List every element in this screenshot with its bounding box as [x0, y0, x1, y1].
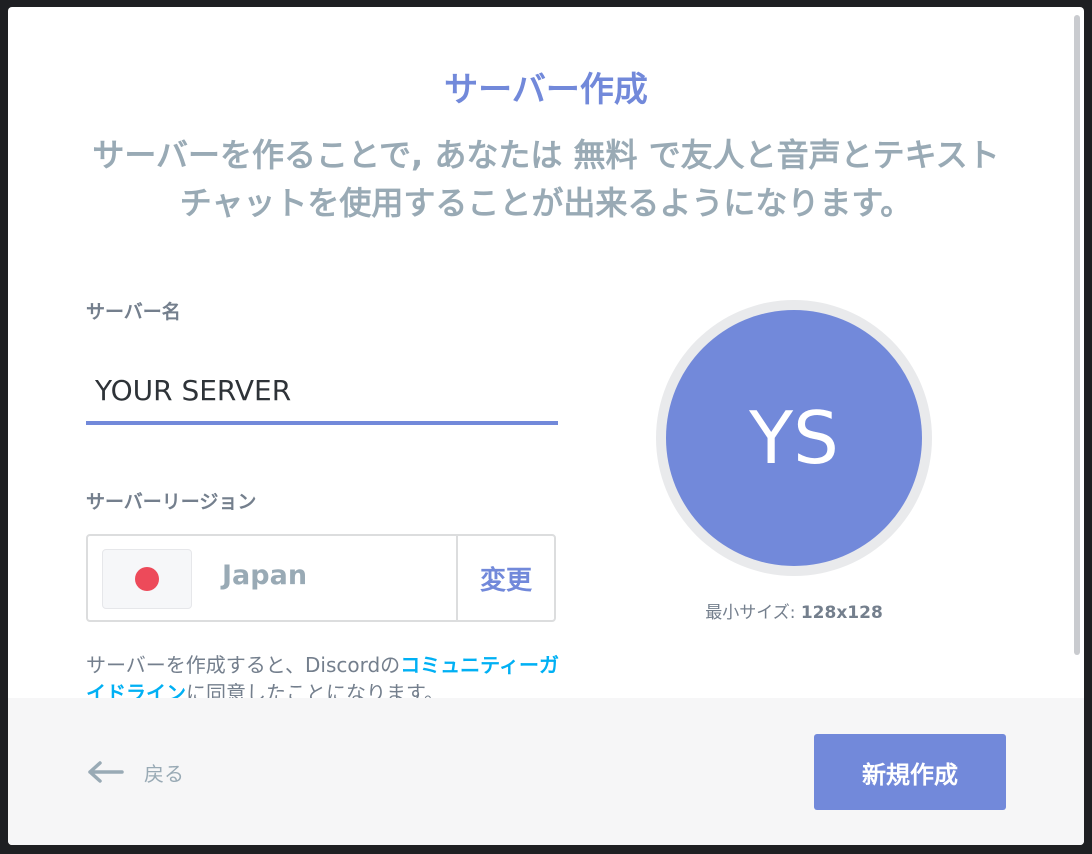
modal-subtitle: サーバーを作ることで, あなたは 無料 で友人と音声とテキストチャットを使用する…: [92, 136, 1000, 222]
server-name-label: サーバー名: [86, 301, 181, 323]
back-label: 戻る: [144, 761, 184, 786]
server-name-input[interactable]: [86, 359, 558, 425]
create-server-button[interactable]: 新規作成: [814, 734, 1006, 810]
change-region-button[interactable]: 変更: [456, 536, 554, 620]
region-name: Japan: [222, 560, 308, 591]
min-size-hint: 最小サイズ: 128x128: [656, 598, 932, 623]
create-server-modal: サーバー作成 サーバーを作ることで, あなたは 無料 で友人と音声とテキストチャ…: [8, 7, 1084, 845]
min-size-value: 128x128: [800, 603, 883, 623]
server-icon-uploader[interactable]: YS: [656, 300, 932, 576]
arrow-left-icon: [88, 761, 124, 783]
flag-circle: [135, 567, 159, 591]
region-selector: Japan 変更: [86, 534, 556, 622]
modal-title: サーバー作成: [444, 70, 648, 110]
server-icon-avatar[interactable]: YS: [666, 310, 922, 566]
back-button[interactable]: 戻る: [86, 748, 184, 796]
min-size-label: 最小サイズ:: [705, 603, 796, 623]
japan-flag-icon: [102, 549, 192, 609]
server-region-label: サーバーリージョン: [86, 491, 257, 513]
modal-footer: 戻る 新規作成: [8, 698, 1084, 845]
scrollbar[interactable]: [1074, 15, 1080, 655]
guidelines-text-before: サーバーを作成すると、Discordの: [86, 653, 401, 677]
